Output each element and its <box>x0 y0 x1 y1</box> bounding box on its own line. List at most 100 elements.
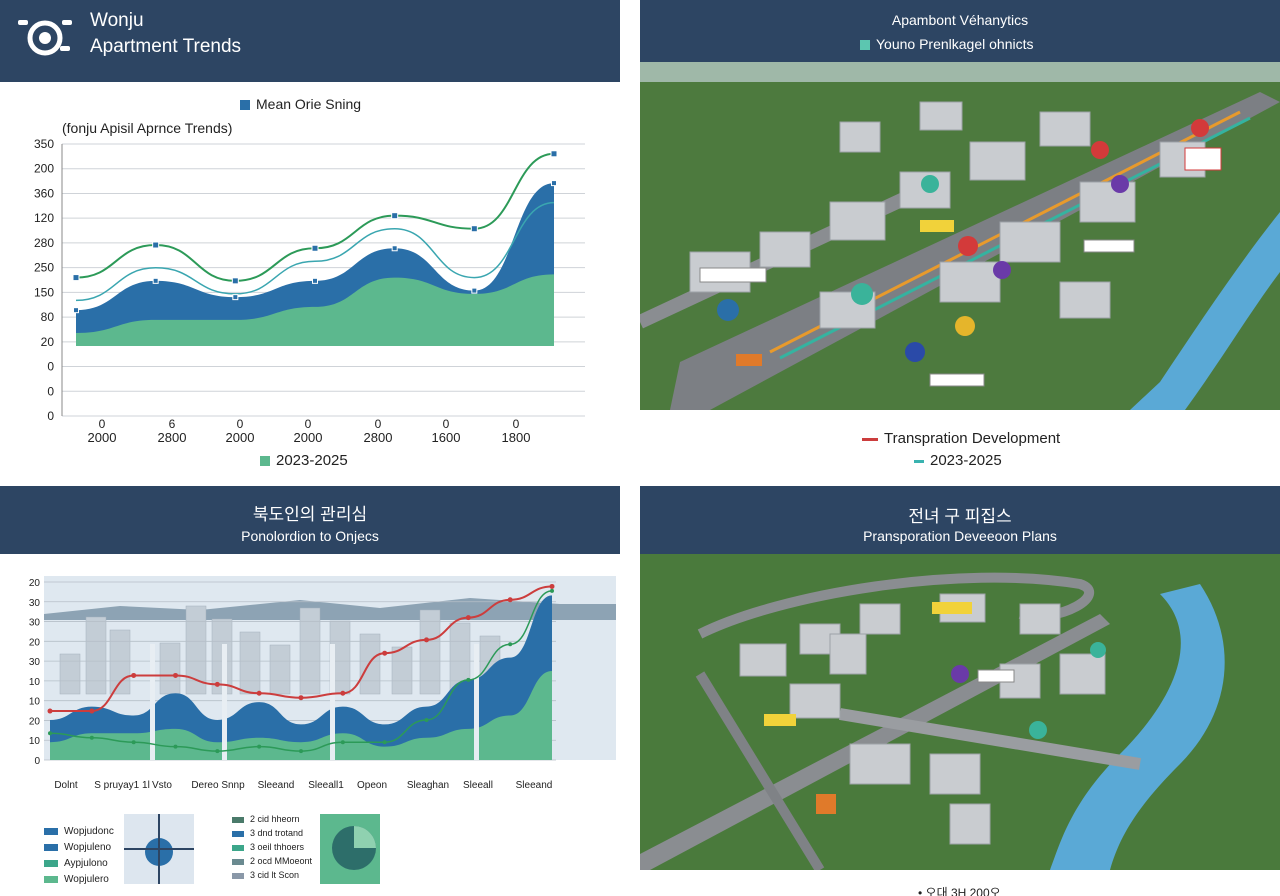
map-legend-transport: Transpration Development <box>862 430 1060 447</box>
legend-red-swatch <box>862 437 878 441</box>
title-line2: Apartment Trends <box>90 36 242 57</box>
map-tag <box>932 602 972 614</box>
data-point <box>215 749 220 754</box>
map-pin-teal-icon <box>921 175 939 193</box>
data-point <box>424 637 429 643</box>
panel-transport-plans: 전녀 구 피집스 Pransporation Deveeoon Plans • … <box>640 486 1280 896</box>
y-tick-label: 10 <box>29 697 41 708</box>
legend-b-label: 2 cid hheorn <box>250 814 300 824</box>
map-pin-red-icon <box>958 236 978 256</box>
x-tick-label: Dereo Snnp <box>191 780 245 791</box>
donut-icon <box>320 814 380 884</box>
y-tick-label: 0 <box>47 409 54 423</box>
city-building <box>85 616 107 695</box>
data-point <box>173 672 178 678</box>
x-tick-top-label: 6 <box>169 417 176 431</box>
legend-period-label: 2023-2025 <box>930 452 1002 469</box>
data-point <box>173 744 178 749</box>
x-tick-label: 2800 <box>158 430 187 445</box>
legend-mean-swatch <box>240 100 250 111</box>
data-point <box>382 740 387 745</box>
data-point <box>152 277 159 284</box>
x-tick-top-label: 0 <box>513 417 520 431</box>
y-tick-label: 30 <box>29 657 41 668</box>
x-tick-label: 2800 <box>364 430 393 445</box>
y-tick-label: 20 <box>41 335 55 349</box>
map-pin-red-icon <box>1191 119 1209 137</box>
legend-label: Youno Prenlkagel ohnicts <box>876 36 1034 52</box>
x-tick-top-label: 0 <box>443 417 450 431</box>
data-point <box>89 735 94 740</box>
data-point <box>466 677 471 682</box>
data-point <box>257 744 262 749</box>
aerial-map-view <box>640 62 1280 410</box>
data-point <box>152 241 160 249</box>
map-pin-purple-icon <box>1111 175 1129 193</box>
map-tag <box>920 220 954 232</box>
logo-icon <box>16 14 74 58</box>
legend-b-label: 3 cid lt Scon <box>250 870 300 880</box>
panel-subtitle: Ponolordion to Onjecs <box>241 528 379 544</box>
legend-b-item: 2 ocd MMoeont <box>232 856 312 866</box>
hills <box>640 62 1280 82</box>
title-line1: Wonju <box>90 10 144 31</box>
y-tick-label: 150 <box>34 285 54 299</box>
data-point <box>508 642 513 647</box>
panel-title: Apambont Véhanytics <box>891 12 1029 28</box>
data-point <box>340 740 345 745</box>
data-point <box>232 294 239 301</box>
trend-chart: 3502003601202802501508020000020006280002… <box>34 137 585 445</box>
panel-header: Wonju Apartment Trends <box>0 0 620 82</box>
x-tick-label: 1600 <box>432 430 461 445</box>
data-point <box>424 717 429 722</box>
legend-a-item: Aypjulono <box>44 858 108 869</box>
x-tick-top-label: 0 <box>237 417 244 431</box>
globe-icon <box>124 814 194 884</box>
x-tick-label: Sleaghan <box>407 780 449 791</box>
legend-a-item: Wopjuleno <box>44 842 111 853</box>
panel-header: 북도인의 관리심 Ponolordion to Onjecs <box>0 486 620 554</box>
data-point <box>391 245 398 252</box>
data-point <box>214 681 220 687</box>
panel-subtitle: Pransporation Deveeoon Plans <box>863 528 1057 544</box>
data-point <box>89 708 95 714</box>
map-tag <box>977 669 1015 683</box>
map-pin-purple-icon <box>993 261 1011 279</box>
panel-header: Apambont Véhanytics Youno Prenlkagel ohn… <box>640 0 1280 62</box>
x-tick-label: Opeon <box>357 780 387 791</box>
legend-b-label: 3 dnd trotand <box>250 828 304 838</box>
x-tick-label: Sleeand <box>516 780 553 791</box>
x-tick-label: Sleeall <box>463 780 493 791</box>
map-tag <box>764 714 796 726</box>
y-tick-label: 30 <box>29 598 41 609</box>
legend-period-swatch <box>260 456 270 467</box>
x-tick-label: 2000 <box>294 430 323 445</box>
y-tick-label: 0 <box>34 756 40 767</box>
data-point <box>391 212 399 220</box>
city-building <box>391 646 413 695</box>
legend-swatch <box>860 40 870 51</box>
legend-period: 2023-2025 <box>260 452 348 469</box>
city-building <box>59 653 81 695</box>
legend-period-label: 2023-2025 <box>276 452 348 469</box>
data-point <box>131 740 136 745</box>
map-legend-period: 2023-2025 <box>914 452 1002 469</box>
data-point <box>73 307 79 314</box>
map-pin-teal-icon <box>851 283 873 305</box>
y-tick-label: 20 <box>29 716 41 727</box>
map-pin-red-icon <box>1091 141 1109 159</box>
data-point <box>470 225 478 233</box>
map-pin-blue-icon <box>717 299 739 321</box>
legend-teal-swatch <box>914 459 924 463</box>
x-tick-label: Sleeall1 <box>308 780 344 791</box>
legend-b-item: 3 cid lt Scon <box>232 870 299 880</box>
map-tag <box>1184 147 1222 171</box>
legend-a-item: Wopjulero <box>44 874 109 885</box>
bus <box>736 354 762 366</box>
map-tag <box>699 267 767 283</box>
data-point <box>47 708 53 714</box>
legend-b-item: 3 oeil thhoers <box>232 842 304 852</box>
y-tick-label: 360 <box>34 186 54 200</box>
data-point <box>312 277 318 284</box>
data-point <box>551 180 557 187</box>
